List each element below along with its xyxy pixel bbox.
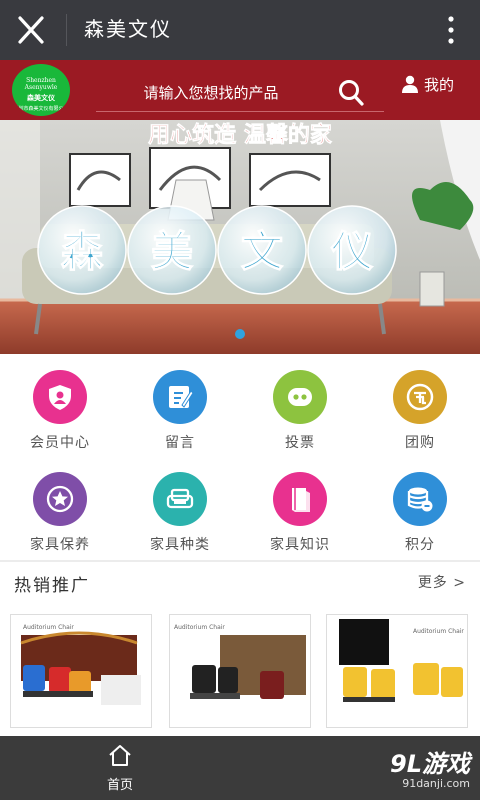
more-link[interactable]: 更多 > [418,572,466,592]
product-caption: Auditorium Chair [174,624,225,631]
menu-icon-circle [153,472,207,526]
user-icon [402,75,418,93]
function-menu: 会员中心 留言 投票 团购 家具保养 家具种类 家具知识 积分 [0,354,480,560]
banner-illustration: 用心筑造 温馨的家 森 美 文 仪 [0,120,480,354]
product-card[interactable]: Auditorium Chair [326,614,468,728]
mine-button[interactable]: 我的 [402,74,454,104]
menu-message[interactable]: 留言 [120,354,240,454]
carousel-indicator[interactable] [235,329,245,339]
menu-member-center[interactable]: 会员中心 [0,354,120,454]
product-card[interactable]: Auditorium Chair [10,614,152,728]
menu-icon-circle [393,370,447,424]
brand-logo[interactable]: Shenzhen Asenyuwle 森美文仪 深圳市森美文仪有限公司 [12,64,70,116]
menu-icon-circle [153,370,207,424]
more-vertical-icon[interactable] [446,14,456,46]
bubble-char: 仪 [330,227,373,276]
menu-icon-circle [393,472,447,526]
product-card[interactable]: Auditorium Chair [169,614,311,728]
product-image: Auditorium Chair [20,624,141,705]
menu-icon-circle [273,472,327,526]
menu-furniture-types[interactable]: 家具种类 [120,456,240,556]
menu-vote[interactable]: 投票 [240,354,360,454]
home-icon [109,745,131,766]
close-icon[interactable] [14,14,48,46]
title-bar: 森美文仪 [0,0,480,60]
banner-slogan: 用心筑造 温馨的家 [148,122,333,148]
menu-furniture-care[interactable]: 家具保养 [0,456,120,556]
page-title: 森美文仪 [84,17,172,41]
menu-label: 会员中心 [30,435,90,451]
edit-note-icon [169,386,194,408]
menu-group-buy[interactable]: 团购 [360,354,480,454]
chat-dots-icon [288,388,312,406]
menu-label: 积分 [405,537,435,553]
watermark: 9L游戏 91danji.com [390,750,470,790]
search-box[interactable] [96,74,384,112]
search-input[interactable] [96,80,326,106]
menu-label: 留言 [165,435,195,451]
search-icon[interactable] [338,79,364,107]
star-icon [46,485,74,513]
title-divider [66,14,67,46]
menu-icon-circle [33,370,87,424]
shield-user-icon [49,385,71,410]
menu-label: 家具保养 [30,537,90,553]
menu-icon-circle [273,370,327,424]
menu-furniture-knowledge[interactable]: 家具知识 [240,456,360,556]
bubble-char: 美 [151,227,193,276]
mine-label: 我的 [424,76,455,94]
nav-home[interactable]: 首页 [80,742,160,798]
menu-label: 团购 [405,435,435,451]
product-caption: Auditorium Chair [23,624,74,631]
bubble-char: 森 [61,227,104,276]
menu-icon-circle [33,472,87,526]
product-image: Auditorium Chair [174,624,306,699]
hot-products-section: 热销推广 更多 > Auditorium Chair Auditorium Ch… [0,562,480,736]
book-icon [292,488,310,512]
bubble-char: 文 [241,227,283,276]
promo-banner[interactable]: 用心筑造 温馨的家 森 美 文 仪 [0,120,480,354]
section-title: 热销推广 [14,576,90,596]
menu-label: 家具知识 [270,537,330,553]
menu-label: 投票 [285,435,315,451]
menu-label: 家具种类 [150,537,210,553]
sofa-icon [166,488,194,509]
product-image: Auditorium Chair [339,619,464,702]
menu-points[interactable]: 积分 [360,456,480,556]
nav-home-label: 首页 [106,778,133,793]
search-header: Shenzhen Asenyuwle 森美文仪 深圳市森美文仪有限公司 我的 [0,60,480,120]
coins-icon [407,487,433,512]
product-caption: Auditorium Chair [413,628,464,635]
group-buy-icon [406,383,434,411]
